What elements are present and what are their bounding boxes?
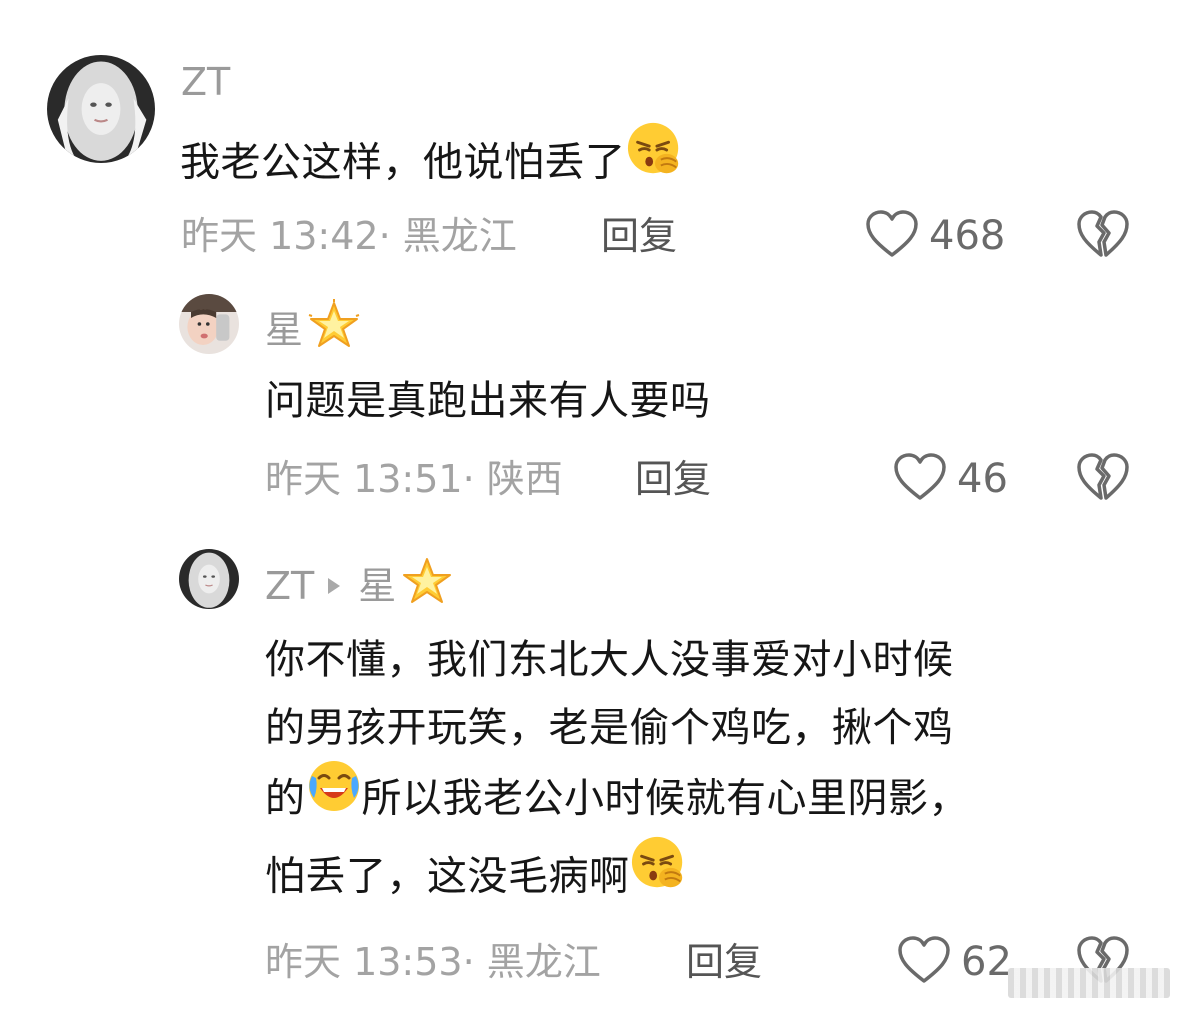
comment-text: 我老公这样，他说怕丢了 (180, 122, 684, 204)
like-count: 468 (929, 213, 1006, 259)
heart-icon (893, 452, 947, 506)
watermark (1008, 968, 1170, 998)
like-button[interactable]: 468 (865, 208, 1005, 264)
heart-icon (865, 209, 919, 263)
reply-header: ZT 星 (265, 557, 454, 620)
broken-heart-icon (1076, 453, 1130, 507)
like-button[interactable]: 62 (897, 934, 1012, 990)
reply-button[interactable]: 回复 (601, 214, 677, 258)
glowing-star-icon (307, 299, 361, 362)
reply-arrow-icon (328, 577, 341, 594)
comment-text-line: 我老公这样，他说怕丢了 (180, 139, 626, 186)
username-text: 星 (265, 308, 304, 352)
comment-text: 你不懂，我们东北大人没事爱对小时候 的男孩开玩笑，老是偷个鸡吃，揪个鸡 的 所以… (265, 626, 969, 918)
like-button[interactable]: 46 (893, 451, 1008, 507)
crying-laughing-emoji-icon (306, 758, 362, 835)
heart-icon (897, 935, 951, 989)
comment-meta: 昨天 13:53· 黑龙江 (265, 940, 601, 984)
glowing-star-icon (400, 555, 454, 618)
reply-button[interactable]: 回复 (635, 457, 711, 501)
comment-text: 问题是真跑出来有人要吗 (265, 367, 711, 435)
like-count: 46 (957, 456, 1008, 502)
comment-text-line: 怕丢了，这没毛病啊 (265, 853, 630, 900)
avatar[interactable] (179, 294, 239, 354)
dislike-button[interactable] (1076, 208, 1130, 262)
reply-button[interactable]: 回复 (686, 940, 762, 984)
shushing-face-emoji-icon (626, 121, 684, 200)
username[interactable]: ZT (181, 60, 230, 104)
like-count: 62 (961, 939, 1012, 985)
comment-text-line: 的男孩开玩笑，老是偷个鸡吃，揪个鸡 (265, 705, 954, 751)
comment-text-line: 问题是真跑出来有人要吗 (265, 378, 711, 424)
reply-to-username[interactable]: 星 (358, 564, 396, 608)
shushing-face-emoji-icon (630, 835, 688, 914)
username[interactable]: ZT (265, 564, 314, 608)
avatar[interactable] (47, 55, 155, 163)
comment-text-line: 你不懂，我们东北大人没事爱对小时候 (265, 637, 954, 683)
comment-text-line: 的 (265, 775, 306, 822)
avatar[interactable] (179, 549, 239, 609)
dislike-button[interactable] (1076, 451, 1130, 505)
comment-meta: 昨天 13:42· 黑龙江 (181, 214, 517, 258)
username[interactable]: 星 (265, 299, 361, 364)
comment-meta: 昨天 13:51· 陕西 (265, 457, 563, 501)
comment-text-line: 所以我老公小时候就有心里阴影， (361, 775, 969, 822)
broken-heart-icon (1076, 210, 1130, 264)
